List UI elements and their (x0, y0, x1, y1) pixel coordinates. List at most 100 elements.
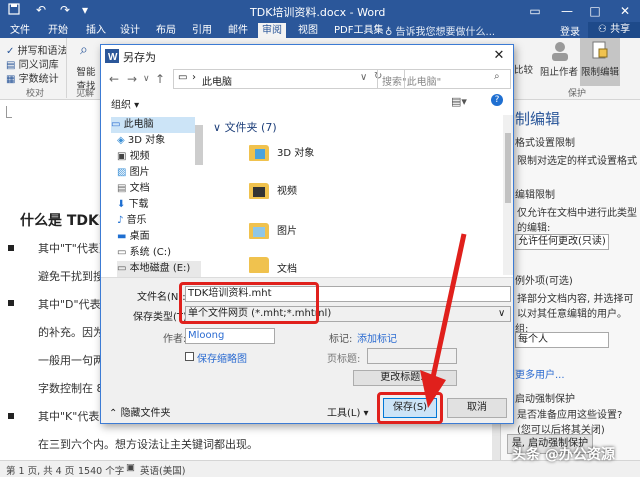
forward-icon[interactable]: → (127, 72, 137, 86)
pictures-icon (253, 227, 265, 237)
tab-references[interactable]: 引用 (188, 23, 216, 38)
dropdown-chevron-icon: ∨ (498, 308, 506, 319)
nav-scrollbar[interactable] (195, 125, 203, 165)
dialog-title: 另存为 (123, 51, 156, 64)
folder-item[interactable]: 3D 对象 (247, 139, 367, 173)
doc-line: 避免干扰到搜 (38, 270, 104, 283)
restrict-editing-button[interactable]: 限制编辑 (580, 38, 620, 86)
doc-heading: 什么是 TDK? (20, 213, 108, 229)
computer-icon: ▭ (178, 72, 188, 83)
doc-line: 一般用一句两 (38, 354, 104, 367)
address-dropdown-icon[interactable]: ∨ (360, 72, 367, 83)
restrict-lock-icon (592, 41, 608, 59)
nav-item-downloads[interactable]: ⬇ 下载 (117, 197, 149, 213)
customize-quick-access-icon[interactable]: ▾ (82, 3, 88, 17)
nav-item-this-pc[interactable]: ▭ 此电脑 (111, 117, 195, 133)
recent-chevron-icon[interactable]: ∨ (143, 74, 150, 84)
tab-view[interactable]: 视图 (294, 23, 322, 38)
tab-layout[interactable]: 布局 (152, 23, 180, 38)
add-tags-link[interactable]: 添加标记 (357, 330, 397, 345)
language[interactable]: 英语(美国) (140, 463, 185, 477)
thesaurus-button[interactable]: ▤ 同义词库 (6, 56, 59, 71)
doc-line: 在三到六个内。想方设法让主关键词都出现。 (38, 438, 258, 451)
highlight-box (179, 282, 319, 324)
video-icon (253, 187, 265, 197)
folder-item[interactable]: 图片 (247, 217, 367, 251)
scroll-thumb[interactable] (505, 133, 511, 203)
spelling-grammar-button[interactable]: ✓ 拼写和语法 (6, 42, 68, 57)
smart-lookup-icon: ⌕ (80, 42, 88, 58)
thumbnail-checkbox[interactable] (185, 352, 194, 361)
nav-item-documents[interactable]: ▤ 文档 (117, 181, 150, 197)
save-thumbnail-label[interactable]: 保存缩略图 (197, 350, 247, 365)
author-input[interactable]: Mloong (185, 328, 275, 344)
nav-item-videos[interactable]: ▣ 视频 (117, 149, 150, 165)
dialog-close-icon[interactable]: ✕ (485, 45, 513, 67)
tab-pdf-tools[interactable]: PDF工具集 (330, 23, 387, 38)
folder-item[interactable]: 视频 (247, 177, 367, 211)
tab-review[interactable]: 审阅 (258, 23, 286, 38)
tab-mailings[interactable]: 邮件 (224, 23, 252, 38)
more-users-link[interactable]: 更多用户... (515, 366, 565, 381)
tab-file[interactable]: 文件 (6, 23, 34, 38)
documents-icon: ▤ (117, 183, 130, 194)
save-icon[interactable] (8, 3, 20, 18)
help-icon[interactable]: ? (491, 94, 503, 106)
folder-item[interactable]: 文档 (247, 255, 367, 275)
page-title-label: 页标题: (327, 354, 361, 365)
undo-icon[interactable]: ↶ (36, 3, 46, 17)
file-list-scrollbar[interactable] (503, 115, 513, 275)
minimize-button[interactable]: — (552, 0, 582, 22)
hide-folders-button[interactable]: ⌃ 隐藏文件夹 (109, 404, 171, 419)
nav-item-desktop[interactable]: ▬ 桌面 (117, 229, 150, 245)
word-count[interactable]: 1540 个字 (78, 463, 124, 477)
up-icon[interactable]: ↑ (155, 72, 165, 86)
page-count[interactable]: 第 1 页, 共 4 页 (6, 463, 74, 477)
compare-button[interactable]: 比较 (514, 62, 533, 76)
ribbon-options-icon[interactable]: ▭ (520, 0, 550, 22)
word-count-button[interactable]: ▦ 字数统计 (6, 70, 59, 85)
nav-item-music[interactable]: ♪ 音乐 (117, 213, 147, 229)
doc-line: 的补充。因为 (38, 326, 104, 339)
tell-me-box[interactable]: ♁ 告诉我您想要做什么... (385, 23, 545, 38)
music-icon: ♪ (117, 215, 127, 226)
redo-icon[interactable]: ↷ (60, 3, 70, 17)
3d-objects-icon (255, 149, 265, 159)
back-icon[interactable]: ← (109, 72, 119, 86)
nav-item-drive-e[interactable]: ▭ 本地磁盘 (E:) (117, 261, 201, 277)
pane-section-format: 格式设置限制 (515, 138, 575, 149)
tools-menu[interactable]: 工具(L) ▾ (327, 404, 369, 419)
group-protect-label: 保护 (568, 89, 587, 99)
edit-type-select[interactable]: 允许任何更改(只读) (515, 234, 609, 250)
search-input[interactable]: 搜索"此电脑" ⌕ (377, 69, 511, 89)
pane-edit-text[interactable]: 仅允许在文档中进行此类型的编辑: (517, 204, 639, 234)
address-bar[interactable]: ▭ › 此电脑 ∨ ↻ (173, 69, 405, 89)
search-placeholder: 搜索"此电脑" (382, 77, 442, 88)
nav-item-pictures[interactable]: ▨ 图片 (117, 165, 150, 181)
folders-header[interactable]: ∨ 文件夹 (7) (213, 119, 277, 135)
3d-objects-icon: ◈ (117, 135, 128, 146)
tab-home[interactable]: 开始 (44, 23, 72, 38)
everyone-checkbox-row[interactable]: 每个人 (515, 332, 609, 348)
pane-enforce-text: 是否准备应用这些设置? (您可以后将其关闭) (517, 410, 623, 436)
ribbon-divider (66, 38, 67, 98)
organize-button[interactable]: 组织 ▾ (111, 96, 139, 111)
chevron-up-icon: ⌃ (109, 408, 121, 419)
block-authors-button[interactable]: 阻止作者 (540, 64, 578, 78)
tab-insert[interactable]: 插入 (82, 23, 110, 38)
bullet (8, 300, 14, 306)
block-authors-icon (548, 40, 572, 62)
pane-format-text[interactable]: 限制对选定的样式设置格式 (517, 152, 639, 167)
word-icon: W (105, 49, 119, 63)
maximize-button[interactable]: □ (580, 0, 610, 22)
nav-item-3d-objects[interactable]: ◈ 3D 对象 (117, 133, 165, 149)
collapse-chevron-icon: ∨ (213, 121, 225, 134)
view-options-icon[interactable]: ▤▾ (451, 95, 467, 108)
tab-design[interactable]: 设计 (116, 23, 144, 38)
nav-item-drive-c[interactable]: ▭ 系统 (C:) (117, 245, 171, 261)
login-link[interactable]: 登录 (560, 23, 580, 38)
close-button[interactable]: ✕ (610, 0, 640, 22)
pane-section-enforce: 启动强制保护 (515, 394, 575, 405)
share-button[interactable]: ⚇ 共享 (588, 22, 640, 38)
restrict-editing-pane: 制编辑 格式设置限制 限制对选定的样式设置格式 编辑限制 仅允许在文档中进行此类… (500, 100, 640, 460)
